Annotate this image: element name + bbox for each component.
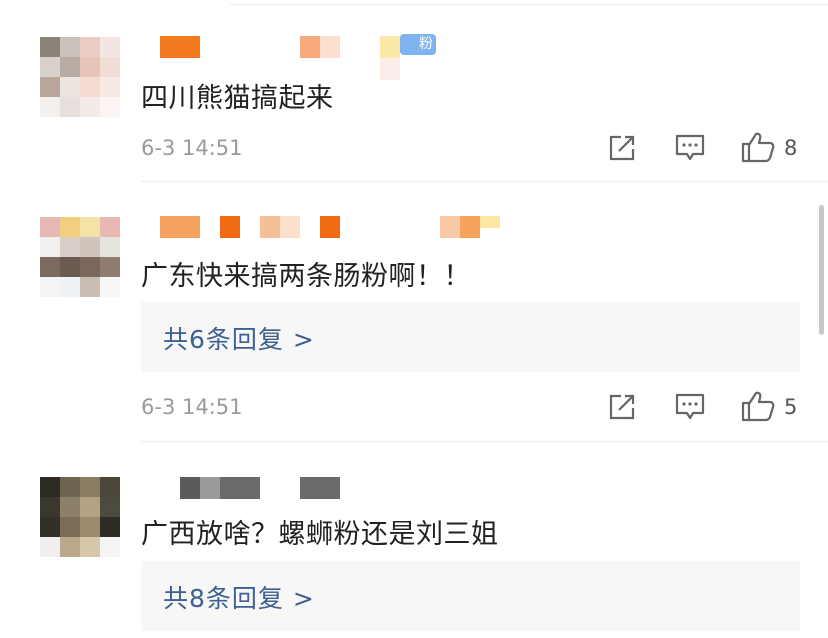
avatar[interactable] bbox=[40, 37, 120, 117]
comment-text: 广西放啥？螺蛳粉还是刘三姐 bbox=[141, 519, 499, 550]
replies-link[interactable]: 共6条回复 > bbox=[141, 302, 800, 372]
scrollbar[interactable] bbox=[819, 205, 824, 335]
replies-label[interactable]: 共8条回复 > bbox=[163, 579, 315, 615]
fan-badge: 粉 bbox=[400, 34, 436, 55]
comment-divider bbox=[141, 441, 828, 442]
comment-text: 四川熊猫搞起来 bbox=[141, 83, 334, 114]
comment-text: 广东快来搞两条肠粉啊！！ bbox=[141, 261, 471, 292]
like-icon[interactable] bbox=[741, 131, 775, 163]
comment-icon[interactable] bbox=[675, 392, 705, 422]
replies-label[interactable]: 共6条回复 > bbox=[163, 320, 315, 356]
share-icon[interactable] bbox=[608, 393, 636, 421]
comment-time: 6-3 14:51 bbox=[141, 136, 243, 160]
avatar[interactable] bbox=[40, 477, 120, 557]
like-icon[interactable] bbox=[741, 390, 775, 422]
top-divider bbox=[230, 4, 828, 5]
comment-icon[interactable] bbox=[675, 133, 705, 163]
comment-time: 6-3 14:51 bbox=[141, 395, 243, 419]
share-icon[interactable] bbox=[608, 134, 636, 162]
replies-link[interactable]: 共8条回复 > bbox=[141, 561, 800, 631]
like-count: 8 bbox=[784, 136, 798, 160]
like-count: 5 bbox=[784, 395, 798, 419]
comment-divider bbox=[141, 181, 828, 182]
avatar[interactable] bbox=[40, 217, 120, 297]
